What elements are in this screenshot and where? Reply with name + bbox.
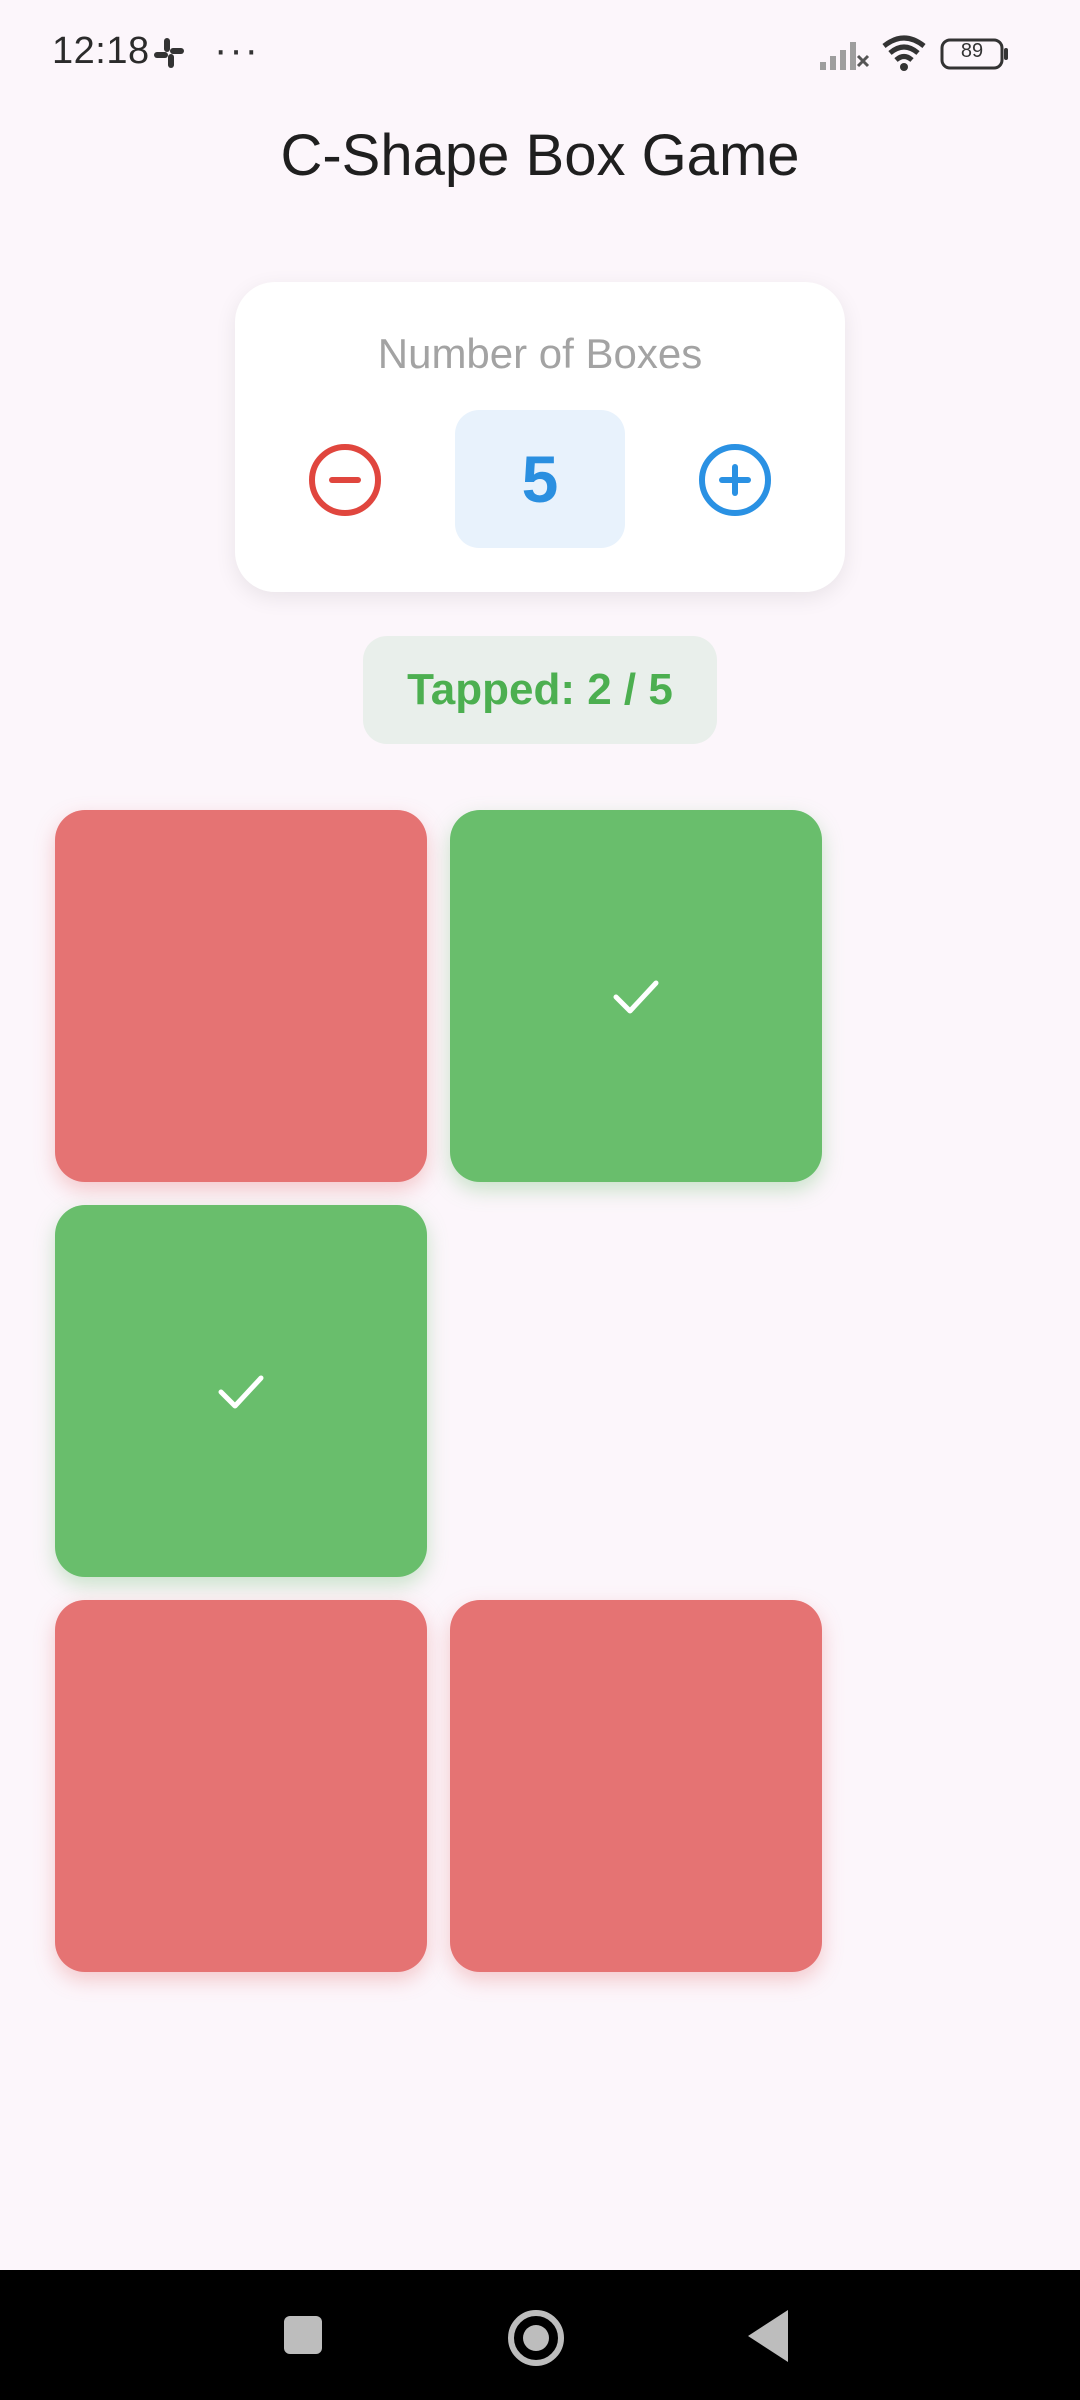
increment-button[interactable] [699, 444, 771, 516]
tapped-status-badge: Tapped: 2 / 5 [363, 636, 717, 744]
slack-icon [154, 38, 184, 68]
page-title: C-Shape Box Game [280, 123, 800, 188]
home-icon[interactable] [508, 2310, 564, 2366]
more-icon: ··· [214, 28, 260, 72]
game-box-1[interactable] [55, 810, 427, 1182]
game-box-3[interactable] [55, 1205, 427, 1577]
game-box-5[interactable] [450, 1600, 822, 1972]
app-screen: 12:18 ··· 89 C-Shape Box Game Number of … [0, 0, 1080, 2400]
back-icon[interactable] [748, 2310, 788, 2362]
wifi-icon [882, 35, 926, 71]
check-icon [218, 1375, 264, 1409]
game-box-2[interactable] [450, 810, 822, 1182]
box-count-value: 5 [455, 410, 625, 548]
box-count-card: Number of Boxes 5 [235, 282, 845, 592]
game-box-4[interactable] [55, 1600, 427, 1972]
status-time: 12:18 [52, 30, 150, 72]
recents-icon[interactable] [284, 2316, 322, 2354]
check-icon [613, 980, 659, 1014]
battery-level: 89 [960, 40, 984, 62]
navigation-bar [0, 2270, 1080, 2400]
status-bar: 12:18 ··· 89 [0, 0, 1080, 110]
signal-icon [820, 42, 870, 70]
box-count-label: Number of Boxes [377, 330, 703, 377]
decrement-button[interactable] [309, 444, 381, 516]
